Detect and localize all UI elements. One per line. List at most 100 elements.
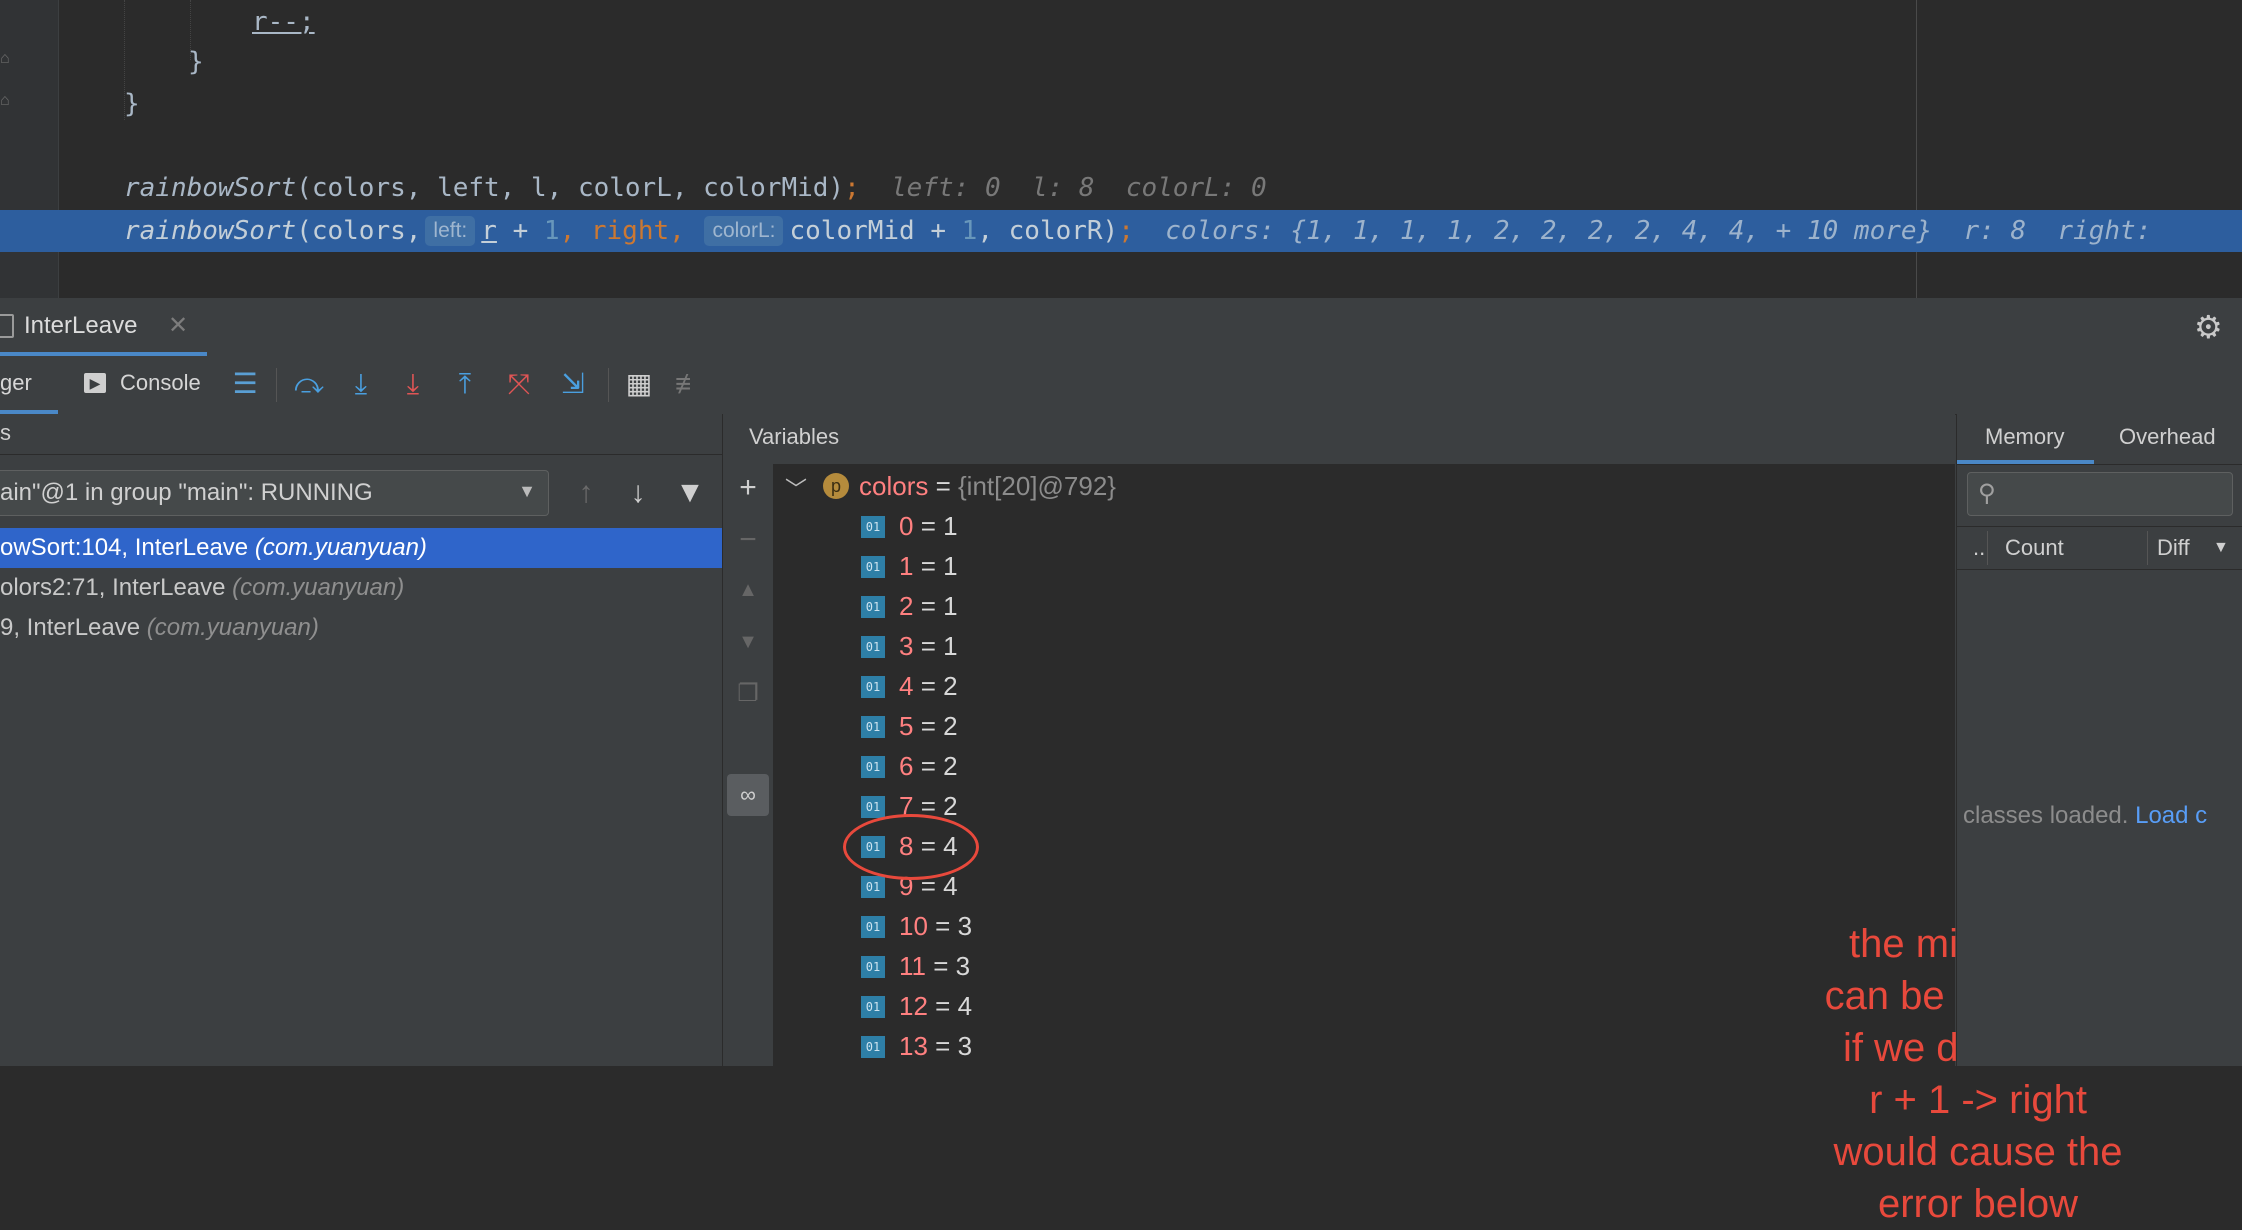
frame-package: (com.yuanyuan) bbox=[254, 534, 427, 561]
move-down-icon[interactable]: ▼ bbox=[723, 622, 773, 662]
variable-row[interactable]: 01 13 = 3 bbox=[861, 1026, 972, 1066]
close-icon[interactable]: ✕ bbox=[168, 311, 188, 340]
annotation-line: error below bbox=[1877, 1182, 2079, 1226]
variable-equals: = bbox=[927, 991, 958, 1021]
evaluate-icon[interactable]: ▦ bbox=[622, 366, 656, 402]
toolbar-separator bbox=[608, 368, 609, 402]
code-line[interactable]: r--; bbox=[252, 2, 315, 42]
drop-frame-icon[interactable]: ⤧ bbox=[502, 366, 536, 402]
memory-status-text: classes loaded. bbox=[1963, 802, 2136, 829]
search-icon: ⚲ bbox=[1978, 480, 1996, 507]
variable-equals: = bbox=[913, 631, 944, 661]
toolbar-separator bbox=[276, 368, 277, 402]
column-header-count[interactable]: Count bbox=[2005, 535, 2064, 561]
parameter-icon: p bbox=[823, 473, 849, 499]
tab-console[interactable]: Console bbox=[120, 370, 201, 396]
variable-row[interactable]: 01 3 = 1 bbox=[861, 626, 958, 666]
memory-tabs: Memory Overhead bbox=[1957, 414, 2242, 465]
annotation-line: would cause the bbox=[1833, 1130, 2123, 1174]
layout-icon[interactable]: ☰ bbox=[228, 366, 262, 402]
column-separator bbox=[2147, 531, 2148, 565]
code-text: } bbox=[124, 89, 140, 119]
gear-icon[interactable]: ⚙ bbox=[2194, 308, 2223, 346]
code-editor[interactable]: ⌂ ⌂ r--; } } rainbowSort(colors, left, l… bbox=[0, 0, 2242, 298]
variable-name: 10 bbox=[899, 911, 928, 941]
int-type-icon: 01 bbox=[861, 756, 885, 778]
frames-panel: s ain"@1 in group "main": RUNNING ▼ ↑ ↓ … bbox=[0, 414, 723, 1066]
frame-package: (com.yuanyuan) bbox=[146, 614, 319, 641]
tab-title: InterLeave bbox=[24, 312, 138, 339]
column-header-name[interactable]: .. bbox=[1973, 535, 1985, 561]
int-type-icon: 01 bbox=[861, 716, 885, 738]
minus-icon[interactable]: − bbox=[723, 520, 773, 560]
frame-row[interactable]: 9, InterLeave (com.yuanyuan) bbox=[0, 608, 722, 648]
frame-location: 9, InterLeave bbox=[0, 614, 141, 641]
variable-name: 13 bbox=[899, 1031, 928, 1061]
fold-icon[interactable]: ⌂ bbox=[0, 50, 10, 67]
variable-row[interactable]: 01 2 = 1 bbox=[861, 586, 958, 626]
parameter-hint: colorL: bbox=[704, 216, 784, 246]
memory-search-input[interactable]: ⚲ bbox=[1967, 472, 2233, 516]
int-type-icon: 01 bbox=[861, 876, 885, 898]
variable-equals: = bbox=[927, 1031, 958, 1061]
step-over-icon[interactable]: ⤼ bbox=[292, 366, 326, 402]
variable-row[interactable]: 01 12 = 4 bbox=[861, 986, 972, 1026]
column-header-diff[interactable]: Diff bbox=[2157, 535, 2190, 561]
parameter-hint: left: bbox=[425, 216, 476, 246]
console-icon: ▶ bbox=[84, 373, 106, 393]
int-type-icon: 01 bbox=[861, 556, 885, 578]
variables-header: Variables bbox=[723, 414, 1955, 465]
chevron-down-icon[interactable]: ﹀ bbox=[785, 472, 807, 504]
frames-header-label: s bbox=[0, 420, 11, 445]
code-line[interactable]: } bbox=[188, 42, 204, 82]
variable-name: 4 bbox=[899, 671, 914, 701]
tab-debugger[interactable]: ger bbox=[0, 370, 32, 396]
trace-icon[interactable]: ≢ bbox=[672, 366, 706, 402]
variable-root[interactable]: p colors = {int[20]@792} bbox=[823, 466, 1116, 506]
code-line[interactable]: rainbowSort(colors, left, l, colorL, col… bbox=[124, 168, 1267, 208]
variable-name: 3 bbox=[899, 631, 914, 661]
variable-row[interactable]: 01 6 = 2 bbox=[861, 746, 958, 786]
step-into-icon[interactable]: ⤓ bbox=[344, 366, 378, 402]
run-config-icon bbox=[0, 314, 14, 338]
method-call: rainbowSort bbox=[124, 216, 297, 246]
plus-icon[interactable]: + bbox=[723, 468, 773, 508]
tab-interleave[interactable]: InterLeave ✕ bbox=[0, 298, 207, 356]
variable-row[interactable]: 01 5 = 2 bbox=[861, 706, 958, 746]
frames-header: s bbox=[0, 414, 722, 455]
variable-row[interactable]: 01 1 = 1 bbox=[861, 546, 958, 586]
variable-value: 2 bbox=[943, 791, 958, 821]
variable-row[interactable]: 01 4 = 2 bbox=[861, 666, 958, 706]
frame-row[interactable]: olors2:71, InterLeave (com.yuanyuan) bbox=[0, 568, 722, 608]
force-step-into-icon[interactable]: ⤓ bbox=[396, 366, 430, 402]
thread-dropdown[interactable]: ain"@1 in group "main": RUNNING ▼ bbox=[0, 470, 549, 516]
fold-icon[interactable]: ⌂ bbox=[0, 92, 10, 109]
variable-name: colors bbox=[859, 471, 929, 501]
glasses-icon[interactable]: ∞ bbox=[727, 774, 769, 816]
copy-icon[interactable]: ❐ bbox=[723, 674, 773, 714]
variable-equals: = bbox=[927, 911, 958, 941]
arrow-up-icon[interactable]: ↑ bbox=[568, 474, 604, 512]
tab-memory[interactable]: Memory bbox=[1985, 424, 2064, 450]
variable-row[interactable]: 01 11 = 3 bbox=[861, 946, 970, 986]
code-line[interactable]: rainbowSort(colors, left: r + 1, right, co… bbox=[124, 211, 2151, 251]
frame-row[interactable]: owSort:104, InterLeave (com.yuanyuan) bbox=[0, 528, 722, 568]
code-line[interactable]: } bbox=[124, 84, 140, 124]
variable-row[interactable]: 01 10 = 3 bbox=[861, 906, 972, 946]
variable-equals: = bbox=[913, 711, 944, 741]
tab-overhead[interactable]: Overhead bbox=[2119, 424, 2216, 450]
variable-row[interactable]: 01 0 = 1 bbox=[861, 506, 958, 546]
step-out-icon[interactable]: ⤒ bbox=[448, 366, 482, 402]
move-up-icon[interactable]: ▲ bbox=[723, 570, 773, 610]
inline-debug-values: left: 0 l: 8 colorL: 0 bbox=[891, 173, 1267, 203]
variable-name: 6 bbox=[899, 751, 914, 781]
thread-dropdown-value: ain"@1 in group "main": RUNNING bbox=[0, 479, 373, 506]
variable-equals: = bbox=[928, 471, 958, 501]
load-classes-link[interactable]: Load c bbox=[2135, 802, 2207, 829]
variable-equals: = bbox=[913, 511, 944, 541]
arrow-down-icon[interactable]: ↓ bbox=[620, 474, 656, 512]
run-to-cursor-icon[interactable]: ⇲ bbox=[556, 366, 590, 402]
filter-icon[interactable]: ▼ bbox=[672, 474, 708, 512]
int-type-icon: 01 bbox=[861, 916, 885, 938]
code-text: , right, bbox=[559, 216, 701, 246]
